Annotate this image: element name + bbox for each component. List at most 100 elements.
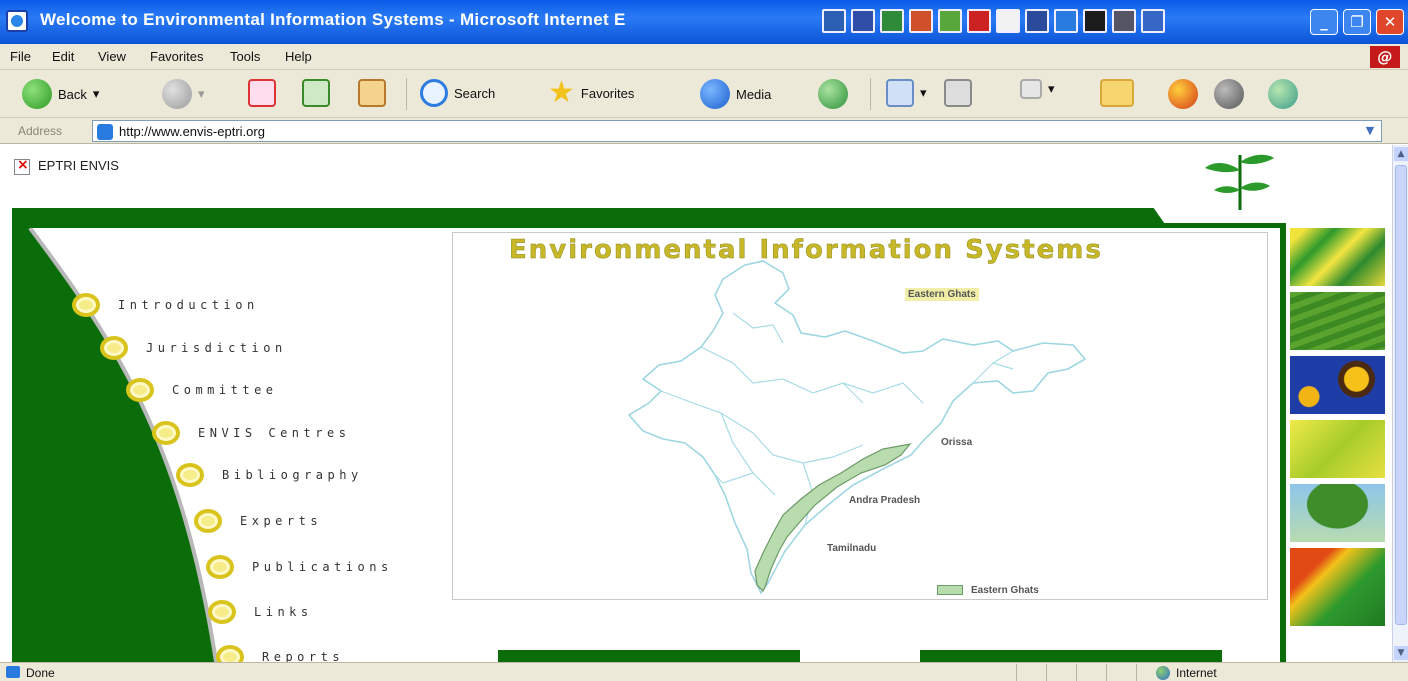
maximize-button[interactable]: ❐: [1343, 9, 1371, 35]
nav-envis-centres[interactable]: ENVIS Centres: [152, 421, 350, 445]
bullet-icon: [176, 463, 204, 487]
page-icon: [97, 124, 113, 140]
window-title: Welcome to Environmental Information Sys…: [40, 10, 626, 29]
acrobat-icon[interactable]: [967, 9, 991, 33]
title-bar[interactable]: Welcome to Environmental Information Sys…: [0, 0, 1408, 44]
nav-bibliography[interactable]: Bibliography: [176, 463, 363, 487]
nav-links[interactable]: Links: [208, 600, 313, 624]
scroll-thumb[interactable]: [1395, 165, 1407, 625]
globe-icon: [1156, 666, 1170, 680]
favorites-button[interactable]: ★ Favorites: [548, 76, 634, 109]
bullet-icon: [206, 555, 234, 579]
address-url: http://www.envis-eptri.org: [119, 124, 265, 139]
scroll-down-icon[interactable]: ▼: [1394, 646, 1408, 660]
people-icon: [1268, 79, 1298, 109]
chevron-down-icon: ▾: [920, 85, 927, 100]
scroll-up-icon[interactable]: ▲: [1394, 147, 1408, 161]
chevron-down-icon[interactable]: ▼: [1359, 121, 1381, 141]
bullet-icon: [100, 336, 128, 360]
bullet-icon: [194, 509, 222, 533]
mail-icon: [886, 79, 914, 107]
address-label: Address: [18, 124, 63, 138]
folder-icon: [1100, 79, 1134, 107]
status-text: Done: [26, 666, 55, 680]
search-button[interactable]: Search: [420, 79, 495, 107]
edit-icon: [1020, 79, 1042, 99]
map-label-tamilnadu: Tamilnadu: [827, 543, 877, 554]
nav-introduction[interactable]: Introduction: [72, 293, 259, 317]
outlook-icon[interactable]: [1025, 9, 1049, 33]
standard-toolbar: Back ▾ ▾ Search ★ Favorites Media ▾ ▾: [0, 70, 1408, 118]
sprout-icon: [1205, 154, 1274, 210]
back-button[interactable]: Back ▾: [22, 79, 99, 109]
minimize-button[interactable]: _: [1310, 9, 1338, 35]
nav-jurisdiction[interactable]: Jurisdiction: [100, 336, 287, 360]
help-icon[interactable]: [996, 9, 1020, 33]
refresh-button[interactable]: [302, 79, 330, 107]
back-arrow-icon: [22, 79, 52, 109]
forward-button[interactable]: ▾: [162, 79, 205, 109]
research-button[interactable]: [1214, 79, 1244, 109]
nav-experts[interactable]: Experts: [194, 509, 322, 533]
footer-bar-left: [498, 650, 800, 662]
app-icon[interactable]: [1112, 9, 1136, 33]
search-icon: [420, 79, 448, 107]
app-icon[interactable]: [938, 9, 962, 33]
app-icon[interactable]: [822, 9, 846, 33]
sunflower-image: [1290, 356, 1385, 414]
menu-help[interactable]: Help: [285, 49, 312, 64]
home-button[interactable]: [358, 79, 386, 107]
map-label-andhra: Andra Pradesh: [849, 495, 921, 506]
word-icon[interactable]: [851, 9, 875, 33]
search-label: Search: [454, 85, 496, 101]
menu-tools[interactable]: Tools: [230, 49, 260, 64]
history-icon: [818, 79, 848, 109]
nav-publications[interactable]: Publications: [206, 555, 393, 579]
people-button[interactable]: [1268, 79, 1298, 109]
excel-icon[interactable]: [880, 9, 904, 33]
chevron-down-icon: ▾: [1048, 81, 1055, 96]
discuss-button[interactable]: [1100, 79, 1134, 107]
taskbar-icons: [822, 9, 1165, 33]
bullet-icon: [126, 378, 154, 402]
tree-image: [1290, 484, 1385, 542]
menu-file[interactable]: File: [10, 49, 31, 64]
print-button[interactable]: [944, 79, 972, 107]
media-button[interactable]: Media: [700, 79, 771, 109]
nav-committee[interactable]: Committee: [126, 378, 278, 402]
menu-edit[interactable]: Edit: [52, 49, 74, 64]
address-bar: Address http://www.envis-eptri.org ▼: [0, 118, 1408, 144]
mail-button[interactable]: ▾: [886, 79, 927, 107]
close-button[interactable]: ✕: [1376, 9, 1404, 35]
bullet-icon: [72, 293, 100, 317]
powerpoint-icon[interactable]: [909, 9, 933, 33]
history-button[interactable]: [818, 79, 848, 109]
ie-page-icon: [6, 10, 28, 32]
bullet-icon: [152, 421, 180, 445]
menu-favorites[interactable]: Favorites: [150, 49, 203, 64]
app-icon[interactable]: [1083, 9, 1107, 33]
page-content: EPTRI ENVIS Introduction Jurisdiction: [0, 145, 1392, 662]
frame-right: [1280, 223, 1286, 662]
nav-reports[interactable]: Reports: [216, 645, 344, 662]
home-icon: [358, 79, 386, 107]
menu-view[interactable]: View: [98, 49, 126, 64]
broken-image-icon: [14, 157, 30, 175]
messenger-button[interactable]: [1168, 79, 1198, 109]
address-input[interactable]: http://www.envis-eptri.org ▼: [92, 120, 1382, 142]
media-label: Media: [736, 86, 772, 102]
edit-button[interactable]: ▾: [1020, 79, 1055, 99]
vertical-scrollbar[interactable]: ▲ ▼: [1392, 145, 1408, 662]
leaves-image: [1290, 548, 1385, 626]
app-icon[interactable]: [1141, 9, 1165, 33]
research-icon: [1214, 79, 1244, 109]
bullet-icon: [208, 600, 236, 624]
star-icon: ★: [548, 76, 575, 109]
photo-strip: [1290, 228, 1385, 626]
ie-icon[interactable]: [1054, 9, 1078, 33]
footer-bar-right: [920, 650, 1222, 662]
stop-button[interactable]: [248, 79, 276, 107]
grass-image: [1290, 292, 1385, 350]
zone-label: Internet: [1176, 666, 1217, 680]
map-label-eastern-ghats: Eastern Ghats: [905, 288, 979, 301]
